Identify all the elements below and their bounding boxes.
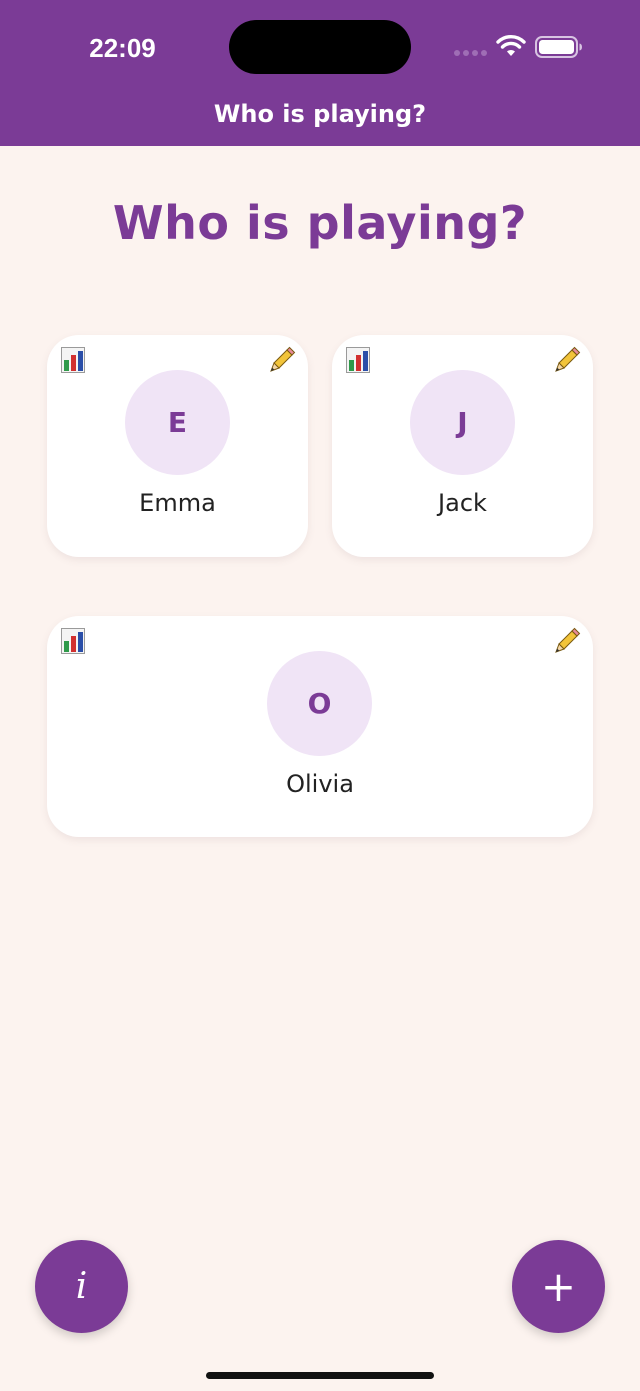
pencil-icon[interactable] [268,345,296,373]
dynamic-island [229,20,411,74]
player-card-olivia[interactable]: O Olivia [47,616,593,837]
add-player-button[interactable]: + [512,1240,605,1333]
bar-chart-icon[interactable] [61,347,85,373]
page-title: Who is playing? [112,196,528,250]
app-header: 22:09 Who is playing? [0,0,640,146]
avatar: E [125,370,230,475]
bar-chart-icon[interactable] [346,347,370,373]
wifi-icon [496,35,526,56]
pencil-icon[interactable] [553,345,581,373]
player-name: Olivia [286,770,354,798]
cellular-signal-icon [454,50,488,56]
player-name: Emma [139,489,216,517]
pencil-icon[interactable] [553,626,581,654]
header-title: Who is playing? [213,100,427,128]
player-name: Jack [438,489,487,517]
info-button[interactable]: i [35,1240,128,1333]
home-indicator[interactable] [206,1372,434,1379]
avatar: J [410,370,515,475]
player-card-emma[interactable]: E Emma [47,335,308,557]
avatar: O [267,651,372,756]
player-card-jack[interactable]: J Jack [332,335,593,557]
status-time: 22:09 [89,33,156,63]
app-screen: 22:09 Who is playing? Who is playing? E … [0,0,640,1391]
bar-chart-icon[interactable] [61,628,85,654]
battery-icon [535,36,582,58]
